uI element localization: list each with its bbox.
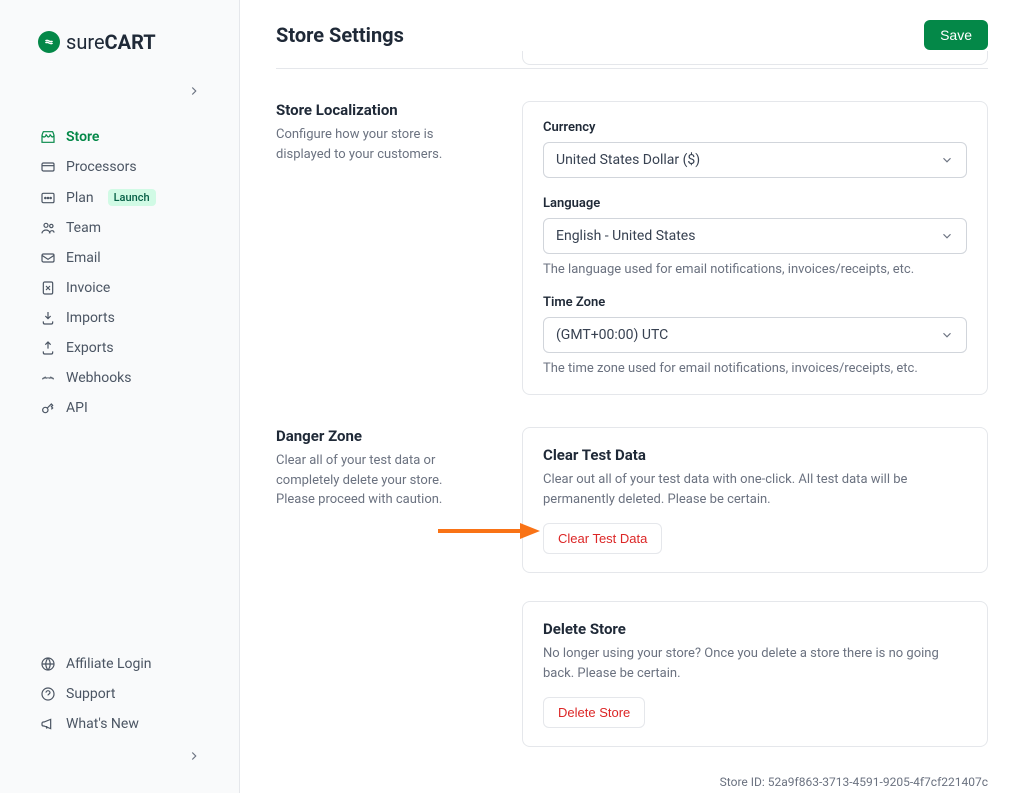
store-id: Store ID: 52a9f863-3713-4591-9205-4f7cf2… bbox=[522, 775, 988, 789]
section-title: Store Localization bbox=[276, 101, 482, 119]
invoice-icon bbox=[40, 280, 56, 296]
logo-icon bbox=[38, 31, 60, 53]
sidebar-collapse[interactable] bbox=[0, 739, 239, 779]
sidebar-item-label: Store bbox=[66, 129, 99, 145]
language-helper: The language used for email notification… bbox=[543, 262, 967, 277]
language-value: English - United States bbox=[556, 228, 695, 244]
sidebar-item-email[interactable]: Email bbox=[0, 243, 239, 273]
language-select[interactable]: English - United States bbox=[543, 218, 967, 254]
api-icon bbox=[40, 400, 56, 416]
webhook-icon bbox=[40, 370, 56, 386]
chevron-down-icon bbox=[940, 328, 954, 342]
sidebar: sureCART Store Processors Plan Launch Te… bbox=[0, 0, 240, 793]
sidebar-item-invoice[interactable]: Invoice bbox=[0, 273, 239, 303]
sidebar-item-whatsnew[interactable]: What's New bbox=[0, 709, 239, 739]
sidebar-item-label: What's New bbox=[66, 716, 139, 732]
email-icon bbox=[40, 250, 56, 266]
sidebar-item-label: Email bbox=[66, 250, 101, 266]
clear-test-data-card: Clear Test Data Clear out all of your te… bbox=[522, 427, 988, 573]
sidebar-item-label: Imports bbox=[66, 310, 115, 326]
sidebar-item-api[interactable]: API bbox=[0, 393, 239, 423]
sidebar-item-webhooks[interactable]: Webhooks bbox=[0, 363, 239, 393]
sidebar-nav: Store Processors Plan Launch Team Email bbox=[0, 108, 239, 649]
delete-store-desc: No longer using your store? Once you del… bbox=[543, 644, 967, 683]
sidebar-item-label: Exports bbox=[66, 340, 114, 356]
previous-card-edge bbox=[522, 51, 988, 65]
section-desc: Clear all of your test data or completel… bbox=[276, 451, 482, 510]
sidebar-bottom: Affiliate Login Support What's New bbox=[0, 649, 239, 793]
plan-badge: Launch bbox=[108, 189, 156, 206]
currency-label: Currency bbox=[543, 120, 967, 135]
language-label: Language bbox=[543, 196, 967, 211]
sidebar-item-label: API bbox=[66, 400, 88, 416]
timezone-value: (GMT+00:00) UTC bbox=[556, 327, 668, 343]
chevron-down-icon bbox=[940, 229, 954, 243]
save-button[interactable]: Save bbox=[924, 20, 988, 50]
section-danger: Danger Zone Clear all of your test data … bbox=[276, 427, 988, 789]
sidebar-item-label: Invoice bbox=[66, 280, 110, 296]
sidebar-item-label: Webhooks bbox=[66, 370, 132, 386]
currency-value: United States Dollar ($) bbox=[556, 152, 700, 168]
sidebar-item-imports[interactable]: Imports bbox=[0, 303, 239, 333]
megaphone-icon bbox=[40, 716, 56, 732]
brand-logo: sureCART bbox=[0, 0, 239, 74]
currency-select[interactable]: United States Dollar ($) bbox=[543, 142, 967, 178]
chevron-down-icon bbox=[940, 153, 954, 167]
delete-store-heading: Delete Store bbox=[543, 620, 967, 638]
delete-store-button[interactable]: Delete Store bbox=[543, 697, 645, 728]
support-icon bbox=[40, 686, 56, 702]
localization-card: Currency United States Dollar ($) Langua… bbox=[522, 101, 988, 395]
affiliate-icon bbox=[40, 656, 56, 672]
sidebar-expand[interactable] bbox=[0, 74, 239, 108]
delete-store-card: Delete Store No longer using your store?… bbox=[522, 601, 988, 747]
chevron-right-icon bbox=[187, 749, 201, 763]
sidebar-item-label: Plan bbox=[66, 190, 94, 206]
sidebar-item-support[interactable]: Support bbox=[0, 679, 239, 709]
logo-text: sureCART bbox=[66, 30, 156, 54]
timezone-select[interactable]: (GMT+00:00) UTC bbox=[543, 317, 967, 353]
export-icon bbox=[40, 340, 56, 356]
card-icon bbox=[40, 159, 56, 175]
section-desc: Configure how your store is displayed to… bbox=[276, 125, 482, 164]
main-content: Store Settings Save Store Localization C… bbox=[240, 0, 1024, 793]
section-title: Danger Zone bbox=[276, 427, 482, 445]
sidebar-item-exports[interactable]: Exports bbox=[0, 333, 239, 363]
clear-test-data-button[interactable]: Clear Test Data bbox=[543, 523, 662, 554]
timezone-label: Time Zone bbox=[543, 295, 967, 310]
chevron-right-icon bbox=[187, 84, 201, 98]
sidebar-item-label: Affiliate Login bbox=[66, 656, 152, 672]
clear-test-heading: Clear Test Data bbox=[543, 446, 967, 464]
store-icon bbox=[40, 129, 56, 145]
page-title: Store Settings bbox=[276, 23, 404, 47]
sidebar-item-plan[interactable]: Plan Launch bbox=[0, 182, 239, 213]
team-icon bbox=[40, 220, 56, 236]
section-localization: Store Localization Configure how your st… bbox=[276, 101, 988, 423]
import-icon bbox=[40, 310, 56, 326]
sidebar-item-processors[interactable]: Processors bbox=[0, 152, 239, 182]
sidebar-item-label: Support bbox=[66, 686, 115, 702]
sidebar-item-affiliate[interactable]: Affiliate Login bbox=[0, 649, 239, 679]
timezone-helper: The time zone used for email notificatio… bbox=[543, 361, 967, 376]
plan-icon bbox=[40, 190, 56, 206]
sidebar-item-label: Processors bbox=[66, 159, 137, 175]
clear-test-desc: Clear out all of your test data with one… bbox=[543, 470, 967, 509]
sidebar-item-store[interactable]: Store bbox=[0, 122, 239, 152]
sidebar-item-label: Team bbox=[66, 220, 101, 236]
sidebar-item-team[interactable]: Team bbox=[0, 213, 239, 243]
